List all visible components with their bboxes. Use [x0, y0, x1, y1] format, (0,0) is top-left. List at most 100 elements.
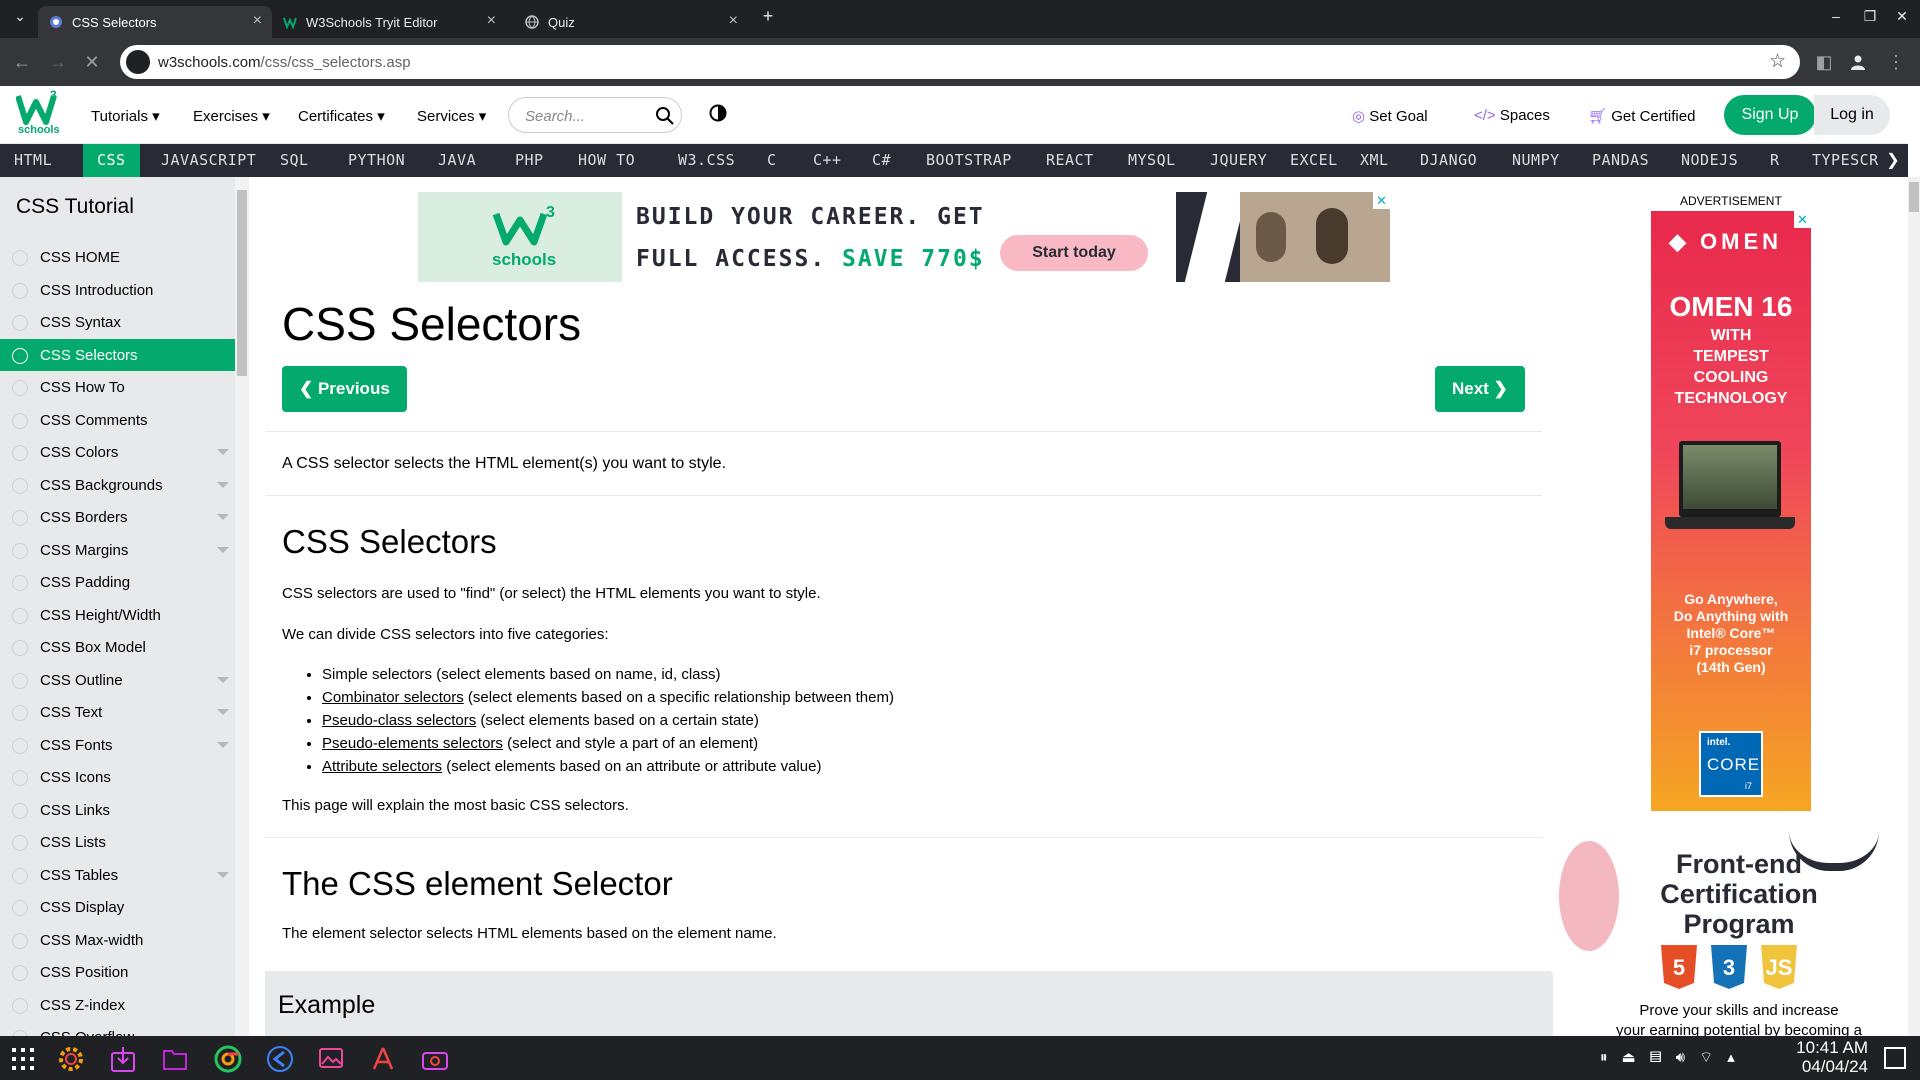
sidebar-item-css-backgrounds[interactable]: CSS Backgrounds — [0, 469, 235, 501]
back-icon[interactable]: ← — [10, 50, 34, 74]
search-icon[interactable] — [655, 106, 675, 126]
nav-item-xml[interactable]: XML — [1346, 144, 1403, 177]
spaces-link[interactable]: </> Spaces — [1474, 107, 1550, 124]
page-scrollbar[interactable] — [1908, 177, 1920, 1036]
combinator-selectors-link[interactable]: Combinator selectors — [322, 689, 464, 706]
expand-arrow-icon[interactable] — [217, 481, 229, 488]
tab-css-selectors[interactable]: CSS Selectors × — [38, 6, 272, 38]
sidebar-item-css-tables[interactable]: CSS Tables — [0, 859, 235, 891]
nav-item-numpy[interactable]: NUMPY — [1498, 144, 1574, 177]
ad-close-icon[interactable]: ✕ — [1373, 192, 1390, 209]
site-info-icon[interactable] — [126, 50, 150, 74]
sidebar-item-css-box-model[interactable]: CSS Box Model — [0, 631, 235, 663]
tab-tryit-editor[interactable]: W3Schools Tryit Editor × — [272, 6, 506, 38]
sidebar-item-css-overflow[interactable]: CSS Overflow — [0, 1021, 235, 1036]
page-scroll-thumb[interactable] — [1909, 182, 1919, 212]
menu-tutorials[interactable]: Tutorials ▾ — [91, 107, 160, 125]
sidebar-item-css-comments[interactable]: CSS Comments — [0, 404, 235, 436]
set-goal-link[interactable]: ◎ Set Goal — [1352, 107, 1428, 125]
image-viewer-icon[interactable] — [316, 1044, 346, 1074]
pseudo-elements-selectors-link[interactable]: Pseudo-elements selectors — [322, 735, 503, 752]
sidebar-item-css-margins[interactable]: CSS Margins — [0, 534, 235, 566]
certification-ad[interactable]: Front-end Certification Program 5 3 JS P… — [1559, 841, 1899, 1036]
w3schools-logo[interactable]: 3 schools — [15, 88, 60, 138]
nav-scroll-right-icon[interactable]: ❯ — [1878, 144, 1908, 177]
sidebar-item-css-borders[interactable]: CSS Borders — [0, 501, 235, 533]
sidebar-item-css-outline[interactable]: CSS Outline — [0, 664, 235, 696]
nav-item-php[interactable]: PHP — [501, 144, 558, 177]
text-editor-icon[interactable] — [368, 1044, 398, 1074]
nav-item-jquery[interactable]: JQUERY — [1196, 144, 1281, 177]
stop-loading-icon[interactable]: ✕ — [80, 50, 104, 74]
show-desktop-icon[interactable] — [1884, 1047, 1906, 1069]
sidebar-item-css-how-to[interactable]: CSS How To — [0, 371, 235, 403]
expand-arrow-icon[interactable] — [217, 676, 229, 683]
nav-item-w3-css[interactable]: W3.CSS — [664, 144, 749, 177]
sidebar-item-css-display[interactable]: CSS Display — [0, 891, 235, 923]
sidebar-item-css-colors[interactable]: CSS Colors — [0, 436, 235, 468]
omen-ad[interactable]: ◆ OMEN OMEN 16 WITH TEMPEST COOLING TECH… — [1651, 211, 1811, 811]
nav-item-c-[interactable]: C# — [858, 144, 905, 177]
system-tray-icons[interactable]: ⏸⏏▤🔊︎⌔▴ — [1600, 1048, 1749, 1067]
sidebar-item-css-position[interactable]: CSS Position — [0, 956, 235, 988]
nav-item-css[interactable]: CSS — [83, 144, 140, 177]
sidebar-item-css-padding[interactable]: CSS Padding — [0, 566, 235, 598]
menu-exercises[interactable]: Exercises ▾ — [193, 107, 270, 125]
restore-icon[interactable]: ❐ — [1858, 8, 1882, 25]
nav-item-javascript[interactable]: JAVASCRIPT — [147, 144, 270, 177]
sidebar-item-css-text[interactable]: CSS Text — [0, 696, 235, 728]
menu-icon[interactable]: ⋮ — [1884, 50, 1908, 74]
nav-item-how-to[interactable]: HOW TO — [564, 144, 649, 177]
next-button[interactable]: Next ❯ — [1435, 366, 1525, 412]
nav-item-mysql[interactable]: MYSQL — [1114, 144, 1190, 177]
pseudo-class-selectors-link[interactable]: Pseudo-class selectors — [322, 712, 476, 729]
window-close-icon[interactable]: ✕ — [1890, 8, 1914, 25]
sidebar-item-css-selectors[interactable]: CSS Selectors — [0, 338, 235, 371]
previous-button[interactable]: ❮ Previous — [282, 366, 407, 412]
side-panel-icon[interactable]: ◧ — [1812, 50, 1836, 74]
expand-arrow-icon[interactable] — [217, 449, 229, 455]
sidebar-item-css-syntax[interactable]: CSS Syntax — [0, 306, 235, 338]
expand-arrow-icon[interactable] — [217, 741, 229, 748]
clock[interactable]: 10:41 AM 04/04/24 — [1796, 1038, 1868, 1076]
nav-item-r[interactable]: R — [1756, 144, 1794, 177]
sidebar-item-css-icons[interactable]: CSS Icons — [0, 761, 235, 793]
nav-item-nodejs[interactable]: NODEJS — [1667, 144, 1752, 177]
attribute-selectors-link[interactable]: Attribute selectors — [322, 758, 442, 775]
tab-quiz[interactable]: Quiz × — [514, 6, 748, 38]
nav-item-django[interactable]: DJANGO — [1406, 144, 1491, 177]
ad-close-icon[interactable]: ✕ — [1794, 211, 1811, 228]
nav-item-java[interactable]: JAVA — [424, 144, 490, 177]
nav-item-sql[interactable]: SQL — [266, 144, 323, 177]
screenshot-camera-icon[interactable] — [420, 1044, 450, 1074]
start-today-button[interactable]: Start today — [1000, 235, 1148, 271]
expand-arrow-icon[interactable] — [217, 546, 229, 553]
nav-item-excel[interactable]: EXCEL — [1276, 144, 1352, 177]
chrome-icon[interactable] — [213, 1044, 243, 1074]
menu-certificates[interactable]: Certificates ▾ — [298, 107, 385, 125]
dark-mode-toggle-icon[interactable] — [708, 103, 728, 123]
files-folder-icon[interactable] — [160, 1044, 190, 1074]
tab-search-icon[interactable]: ⌄ — [8, 8, 32, 25]
nav-item-react[interactable]: REACT — [1032, 144, 1108, 177]
nav-item-pandas[interactable]: PANDAS — [1578, 144, 1663, 177]
sidebar-scroll-thumb[interactable] — [237, 190, 247, 376]
profile-icon[interactable] — [1846, 50, 1870, 74]
bookmark-star-icon[interactable]: ☆ — [1769, 50, 1786, 73]
new-tab-button[interactable]: + — [756, 6, 780, 27]
search-input[interactable]: Search... — [508, 97, 682, 133]
sign-up-button[interactable]: Sign Up — [1724, 95, 1816, 135]
expand-arrow-icon[interactable] — [217, 709, 229, 715]
nav-item-c[interactable]: C — [753, 144, 791, 177]
menu-services[interactable]: Services ▾ — [417, 107, 486, 125]
app-launcher-icon[interactable] — [8, 1044, 38, 1074]
vscode-icon[interactable] — [265, 1044, 295, 1074]
nav-item-python[interactable]: PYTHON — [334, 144, 419, 177]
forward-icon[interactable]: → — [46, 50, 70, 74]
close-icon[interactable]: × — [729, 13, 738, 29]
sidebar-item-css-links[interactable]: CSS Links — [0, 794, 235, 826]
sidebar-item-css-height-width[interactable]: CSS Height/Width — [0, 599, 235, 631]
expand-arrow-icon[interactable] — [217, 514, 229, 520]
nav-item-html[interactable]: HTML — [0, 144, 66, 177]
minimize-icon[interactable]: – — [1824, 8, 1848, 24]
